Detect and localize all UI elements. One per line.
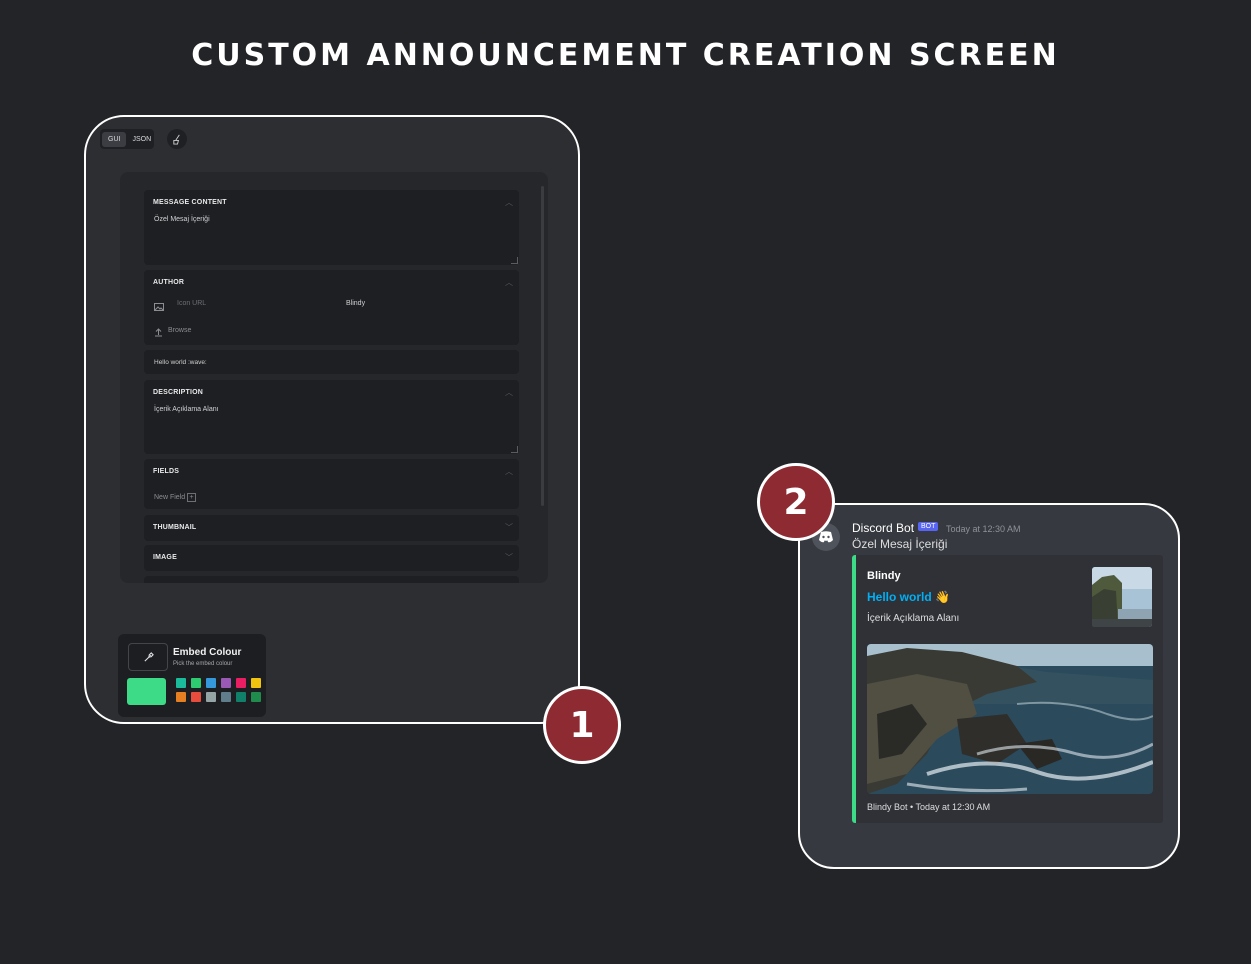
embed-title-text: Hello world <box>867 590 932 604</box>
new-field-button[interactable]: New Field + <box>154 493 197 502</box>
embed-description: İçerik Açıklama Alanı <box>867 613 960 624</box>
message-timestamp: Today at 12:30 AM <box>946 524 1021 534</box>
mode-json-tab[interactable]: JSON <box>126 132 157 147</box>
message-content: Özel Mesaj İçeriği <box>852 537 948 551</box>
chevron-up-icon[interactable]: ︿ <box>505 277 513 288</box>
embed-colour-picker: Embed Colour Pick the embed colour <box>118 634 266 717</box>
description-textarea[interactable]: İçerik Açıklama Alanı <box>154 406 219 413</box>
plus-icon: + <box>187 493 197 502</box>
colour-swatch[interactable] <box>251 692 261 702</box>
colour-swatch[interactable] <box>191 692 201 702</box>
fields-label: FIELDS <box>153 468 180 475</box>
colour-swatch[interactable] <box>191 678 201 688</box>
discord-logo-icon <box>819 531 833 543</box>
bot-name[interactable]: Discord Bot <box>852 521 914 535</box>
author-label: AUTHOR <box>153 279 185 286</box>
embed-image[interactable] <box>867 644 1153 794</box>
bot-tag: BOT <box>918 522 939 531</box>
editor-form: MESSAGE CONTENT ︿ Özel Mesaj İçeriği AUT… <box>120 172 548 583</box>
author-section: AUTHOR ︿ Icon URL Blindy Browse <box>144 270 519 345</box>
chevron-down-icon[interactable]: ﹀ <box>505 522 513 533</box>
message-content-section: MESSAGE CONTENT ︿ Özel Mesaj İçeriği <box>144 190 519 265</box>
chevron-up-icon[interactable]: ︿ <box>505 197 513 208</box>
icon-url-input[interactable]: Icon URL <box>177 300 206 307</box>
step-badge-1: 1 <box>543 686 621 764</box>
resize-handle[interactable] <box>511 446 518 453</box>
description-section: DESCRIPTION ︿ İçerik Açıklama Alanı <box>144 380 519 454</box>
embed-title[interactable]: Hello world 👋 <box>867 590 950 604</box>
colour-swatch[interactable] <box>176 692 186 702</box>
colour-picker-button[interactable] <box>128 643 168 671</box>
message-content-label: MESSAGE CONTENT <box>153 199 227 206</box>
embed-thumbnail[interactable] <box>1092 567 1152 627</box>
colour-swatch[interactable] <box>236 692 246 702</box>
wave-emoji-icon: 👋 <box>935 590 950 604</box>
chevron-up-icon[interactable]: ︿ <box>505 466 513 477</box>
colour-swatch[interactable] <box>221 692 231 702</box>
step-badge-2: 2 <box>757 463 835 541</box>
chevron-up-icon[interactable]: ︿ <box>505 387 513 398</box>
image-section[interactable]: IMAGE ﹀ <box>144 545 519 571</box>
page-title: CUSTOM ANNOUNCEMENT CREATION SCREEN <box>191 38 1060 73</box>
embed-author: Blindy <box>867 570 901 582</box>
footer-section[interactable] <box>144 576 519 583</box>
new-field-label: New Field <box>154 494 186 501</box>
description-label: DESCRIPTION <box>153 389 204 396</box>
colour-swatch[interactable] <box>206 692 216 702</box>
embed-editor-panel: GUI JSON MESSAGE CONTENT ︿ Özel Mesaj İç… <box>84 115 580 724</box>
thumbnail-label: THUMBNAIL <box>153 524 197 531</box>
colour-swatch[interactable] <box>221 678 231 688</box>
author-name-input[interactable]: Blindy <box>346 300 365 307</box>
title-input[interactable]: Hello world :wave: <box>144 350 519 374</box>
mode-gui-tab[interactable]: GUI <box>102 131 127 147</box>
browse-button[interactable]: Browse <box>168 327 191 334</box>
upload-icon <box>154 324 163 342</box>
clear-button[interactable] <box>167 129 187 149</box>
fields-section: FIELDS ︿ New Field + <box>144 459 519 509</box>
discord-preview-panel: Discord Bot BOT Today at 12:30 AM Özel M… <box>798 503 1180 869</box>
eyedropper-icon <box>143 651 154 662</box>
embed-colour-title: Embed Colour <box>173 647 242 658</box>
message-content-textarea[interactable]: Özel Mesaj İçeriği <box>154 216 210 223</box>
mode-switch: GUI JSON <box>100 129 154 149</box>
scrollbar[interactable] <box>541 186 544 506</box>
broom-icon <box>172 134 180 145</box>
embed-colour-subtitle: Pick the embed colour <box>173 661 233 667</box>
embed-card: Blindy Hello world 👋 İçerik Açıklama Ala… <box>852 555 1163 823</box>
embed-footer: Blindy Bot • Today at 12:30 AM <box>867 802 991 812</box>
selected-colour-swatch[interactable] <box>127 678 166 705</box>
chevron-down-icon[interactable]: ﹀ <box>505 552 513 563</box>
image-icon <box>154 298 164 316</box>
resize-handle[interactable] <box>511 257 518 264</box>
thumbnail-section[interactable]: THUMBNAIL ﹀ <box>144 515 519 541</box>
colour-swatch[interactable] <box>236 678 246 688</box>
image-label: IMAGE <box>153 554 177 561</box>
colour-swatch[interactable] <box>206 678 216 688</box>
colour-swatch[interactable] <box>176 678 186 688</box>
title-value: Hello world :wave: <box>154 359 207 366</box>
colour-swatch-grid <box>176 678 261 702</box>
colour-swatch[interactable] <box>251 678 261 688</box>
